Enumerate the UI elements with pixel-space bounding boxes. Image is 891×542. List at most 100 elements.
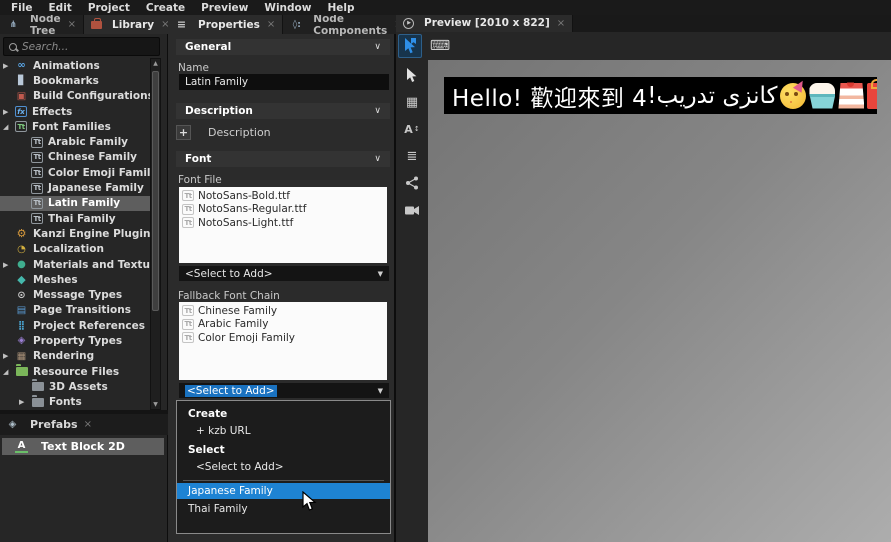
tree-scrollbar[interactable]: ▲ ▼	[150, 58, 161, 410]
tree-item-materials-and-textures[interactable]: ▶Materials and Textures	[0, 257, 151, 272]
expander-expanded-icon[interactable]: ◢	[3, 368, 15, 376]
tree-item-effects[interactable]: ▶Effects	[0, 104, 151, 119]
tree-item-page-transitions[interactable]: ▶Page Transitions	[0, 303, 151, 318]
keyboard-icon: ⌨	[429, 38, 451, 54]
layers-button[interactable]: ≣	[400, 147, 424, 165]
camera-button[interactable]	[400, 201, 424, 219]
section-font[interactable]: Font ∨	[176, 151, 390, 167]
folder-icon	[31, 394, 44, 407]
tab-node-components[interactable]: Node Components ×	[283, 13, 411, 37]
chevron-down-icon: ∨	[374, 42, 381, 52]
expander-collapsed-icon[interactable]: ▶	[3, 352, 15, 360]
font-file-icon	[182, 203, 194, 215]
list-item[interactable]: Chinese Family	[179, 304, 387, 318]
section-description[interactable]: Description ∨	[176, 103, 390, 119]
section-general[interactable]: General ∨	[176, 39, 390, 55]
fallback-select-dropdown[interactable]: <Select to Add> ▼	[179, 383, 389, 398]
tree-item-project-references[interactable]: ▶Project References	[0, 318, 151, 333]
tree-item-resource-files[interactable]: ◢ Resource Files	[0, 364, 151, 379]
list-item[interactable]: NotoSans-Light.ttf	[179, 216, 387, 230]
scroll-down-icon[interactable]: ▼	[151, 400, 160, 409]
add-description-button[interactable]	[176, 125, 191, 140]
chevron-down-icon: ∨	[374, 106, 381, 116]
tree-item-thai-family[interactable]: ▶Thai Family	[0, 211, 151, 226]
tree-item-animations[interactable]: ▶Animations	[0, 58, 151, 73]
list-item[interactable]: NotoSans-Bold.ttf	[179, 189, 387, 203]
grid-icon: ▦	[405, 94, 419, 110]
menu-help[interactable]: Help	[320, 2, 361, 14]
dropdown-item-select-to-add[interactable]: <Select to Add>	[177, 456, 390, 473]
tree-item-bookmarks[interactable]: ▶Bookmarks	[0, 73, 151, 88]
tree-item-latin-family[interactable]: ▶Latin Family	[0, 195, 151, 211]
font-file-icon	[182, 217, 194, 229]
dropdown-divider	[183, 480, 384, 481]
menu-edit[interactable]: Edit	[42, 2, 79, 14]
tree-item-3d-assets[interactable]: ▶3D Assets	[0, 379, 151, 394]
tab-properties[interactable]: Properties ×	[168, 15, 284, 34]
font-family-icon	[182, 318, 194, 330]
close-icon[interactable]: ×	[557, 18, 565, 29]
properties-panel: Properties × Node Components × General ∨…	[168, 13, 411, 542]
virtual-keyboard-button[interactable]: ⌨	[428, 34, 452, 58]
tab-node-tree[interactable]: Node Tree ×	[0, 13, 85, 37]
scroll-up-icon[interactable]: ▲	[151, 59, 160, 68]
prefab-item-text-block-2d[interactable]: Text Block 2D	[2, 438, 164, 455]
tree-item-fonts[interactable]: ▶ Fonts	[0, 394, 151, 410]
scrollbar-thumb[interactable]	[152, 71, 159, 311]
tab-prefabs[interactable]: Prefabs	[30, 418, 78, 431]
font-family-icon	[31, 213, 43, 225]
tree-item-color-emoji-family[interactable]: ▶Color Emoji Family	[0, 165, 151, 180]
interaction-mode-button[interactable]	[398, 34, 422, 58]
tree-item-kanzi-engine-plugins[interactable]: ▶Kanzi Engine Plugins	[0, 226, 151, 241]
close-icon[interactable]: ×	[84, 419, 92, 430]
select-tool-button[interactable]	[400, 66, 424, 84]
mouse-cursor	[302, 491, 317, 511]
search-input[interactable]	[22, 40, 154, 53]
preview-viewport[interactable]: Hello! 歡迎來到 4 كانزى تدريب!	[428, 60, 891, 542]
text-analyzer-button[interactable]: A ↕	[400, 120, 424, 138]
font-file-select-dropdown[interactable]: <Select to Add> ▼	[179, 266, 389, 281]
expander-collapsed-icon[interactable]: ▶	[3, 62, 15, 70]
list-item[interactable]: Arabic Family	[179, 318, 387, 332]
menu-preview[interactable]: Preview	[194, 2, 255, 14]
dropdown-item-kzb-url[interactable]: + kzb URL	[177, 420, 390, 437]
menu-file[interactable]: File	[4, 2, 40, 14]
tree-item-chinese-family[interactable]: ▶Chinese Family	[0, 150, 151, 165]
tree-item-message-types[interactable]: ▶Message Types	[0, 287, 151, 302]
expander-collapsed-icon[interactable]: ▶	[3, 108, 15, 116]
list-item[interactable]: Color Emoji Family	[179, 331, 387, 345]
menu-create[interactable]: Create	[139, 2, 192, 14]
close-icon[interactable]: ×	[68, 19, 76, 30]
tree-item-build-configurations[interactable]: ▶Build Configurations	[0, 89, 151, 104]
menu-project[interactable]: Project	[81, 2, 137, 14]
tree-item-meshes[interactable]: ▶Meshes	[0, 272, 151, 287]
grid-tool-button[interactable]: ▦	[400, 93, 424, 111]
plugins-icon	[15, 228, 28, 240]
fallback-font-chain-label: Fallback Font Chain	[178, 290, 280, 302]
tree-item-japanese-family[interactable]: ▶Japanese Family	[0, 180, 151, 195]
expander-collapsed-icon[interactable]: ▶	[19, 398, 31, 406]
node-connections-button[interactable]	[400, 174, 424, 192]
tab-library[interactable]: Library ×	[84, 15, 178, 34]
preview-toolbar: ⌨	[396, 32, 891, 60]
expander-collapsed-icon[interactable]: ▶	[3, 261, 15, 269]
tree-item-rendering[interactable]: ▶Rendering	[0, 349, 151, 364]
dropdown-option-japanese-family[interactable]: Japanese Family	[177, 483, 390, 499]
tree-item-arabic-family[interactable]: ▶Arabic Family	[0, 134, 151, 149]
expander-expanded-icon[interactable]: ◢	[3, 123, 15, 131]
tab-preview[interactable]: Preview [2010 x 822] ×	[396, 14, 574, 32]
layers-icon: ≣	[406, 148, 418, 164]
tree-item-font-families[interactable]: ◢Font Families	[0, 119, 151, 134]
menu-window[interactable]: Window	[257, 2, 318, 14]
dropdown-option-thai-family[interactable]: Thai Family	[177, 501, 390, 517]
tree-item-localization[interactable]: ▶Localization	[0, 242, 151, 257]
font-family-icon	[31, 136, 43, 148]
name-field[interactable]	[179, 74, 389, 90]
close-icon[interactable]: ×	[267, 19, 275, 30]
dropdown-create-header: Create	[188, 408, 228, 420]
play-icon	[403, 17, 414, 29]
preview-text-block[interactable]: Hello! 歡迎來到 4 كانزى تدريب!	[444, 77, 877, 114]
tree-item-property-types[interactable]: ▶Property Types	[0, 333, 151, 348]
list-item[interactable]: NotoSans-Regular.ttf	[179, 203, 387, 217]
search-box[interactable]	[3, 37, 160, 56]
